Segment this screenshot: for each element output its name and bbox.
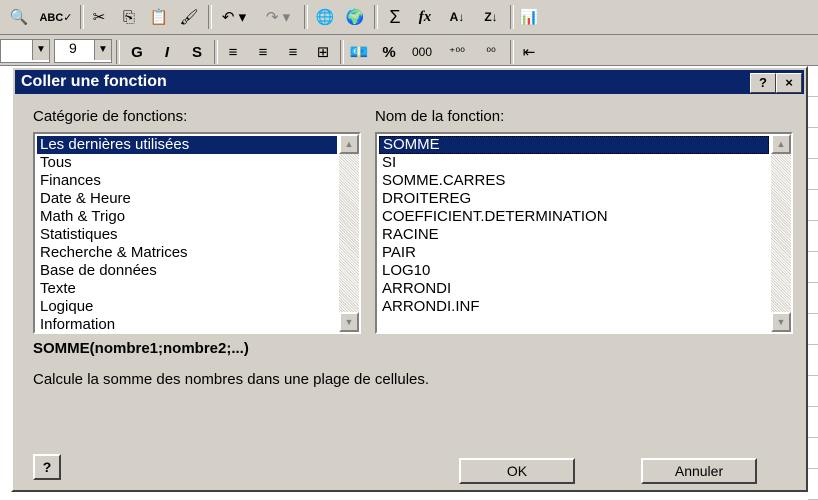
toolbar-separator (374, 5, 378, 29)
toolbar-separator (80, 5, 84, 29)
function-list-item[interactable]: LOG10 (379, 262, 769, 280)
chevron-down-icon[interactable]: ▼ (94, 40, 111, 60)
autosum-icon[interactable]: Σ (382, 4, 408, 30)
scroll-down-icon[interactable]: ▼ (771, 312, 791, 332)
font-name-dropdown[interactable]: ▼ (0, 39, 50, 63)
help-button[interactable]: ? (750, 73, 776, 93)
cancel-button[interactable]: Annuler (641, 458, 757, 484)
font-size-dropdown[interactable]: 9 ▼ (54, 39, 112, 63)
function-label: Nom de la fonction: (375, 108, 505, 125)
function-list-item[interactable]: ARRONDI (379, 280, 769, 298)
function-list-item[interactable]: DROITEREG (379, 190, 769, 208)
category-list-item[interactable]: Texte (37, 280, 337, 298)
toolbar-separator (116, 40, 120, 64)
office-assistant-icon[interactable]: ? (33, 454, 61, 480)
increase-decimal-button[interactable]: ⁺⁰⁰ (442, 39, 472, 65)
category-listbox[interactable]: Les dernières utilisées Tous Finances Date … (33, 132, 361, 334)
toolbar-separator (304, 5, 308, 29)
category-list-item[interactable]: Tous (37, 154, 337, 172)
currency-icon[interactable]: 💶 (346, 39, 372, 65)
format-painter-icon[interactable]: 🖌 (176, 4, 202, 30)
category-list-item[interactable]: Statistiques (37, 226, 337, 244)
italic-button[interactable]: I (154, 39, 180, 65)
sort-descending-icon[interactable]: Z↓ (476, 4, 506, 30)
dialog-titlebar[interactable]: Coller une fonction ? × (15, 70, 804, 94)
thousands-button[interactable]: 000 (406, 39, 438, 65)
worksheet-grid[interactable] (808, 66, 818, 500)
font-size-value: 9 (69, 40, 77, 56)
function-description: Calcule la somme des nombres dans une pl… (33, 371, 430, 388)
sort-ascending-icon[interactable]: A↓ (442, 4, 472, 30)
toolbar-separator (510, 5, 514, 29)
align-right-icon[interactable]: ≡ (280, 39, 306, 65)
function-syntax: SOMME(nombre1;nombre2;...) (33, 340, 249, 357)
underline-button[interactable]: S (184, 39, 210, 65)
scroll-down-icon[interactable]: ▼ (339, 312, 359, 332)
function-list-item[interactable]: COEFFICIENT.DETERMINATION (379, 208, 769, 226)
scroll-up-icon[interactable]: ▲ (339, 134, 359, 154)
formatting-toolbar: ▼ 9 ▼ G I S ≡ ≡ ≡ ⊞ 💶 % 000 ⁺⁰⁰ ⁰⁰ ⇤ (0, 35, 818, 66)
align-left-icon[interactable]: ≡ (220, 39, 246, 65)
merge-center-icon[interactable]: ⊞ (310, 39, 336, 65)
function-list-item[interactable]: SOMME.CARRES (379, 172, 769, 190)
category-scrollbar[interactable]: ▲ ▼ (339, 134, 359, 332)
scroll-up-icon[interactable]: ▲ (771, 134, 791, 154)
toolbar-separator (214, 40, 218, 64)
standard-toolbar: 🔍 ABC✓ ✂ ⎘ 📋 🖌 ↶ ▾ ↷ ▾ 🌐 🌍 Σ fx A↓ Z↓ 📊 (0, 0, 818, 35)
function-list-item[interactable]: RACINE (379, 226, 769, 244)
function-list-item[interactable]: SI (379, 154, 769, 172)
decrease-decimal-button[interactable]: ⁰⁰ (476, 39, 506, 65)
toolbar-separator (208, 5, 212, 29)
copy-icon[interactable]: ⎘ (116, 4, 142, 30)
paste-function-icon[interactable]: fx (412, 4, 438, 30)
function-list-item[interactable]: ARRONDI.INF (379, 298, 769, 316)
function-scrollbar[interactable]: ▲ ▼ (771, 134, 791, 332)
category-list-item[interactable]: Math & Trigo (37, 208, 337, 226)
category-list-item[interactable]: Les dernières utilisées (37, 136, 337, 154)
undo-icon[interactable]: ↶ ▾ (214, 4, 254, 30)
paste-function-dialog: Coller une fonction ? × Catégorie de fon… (11, 66, 808, 492)
hyperlink-icon[interactable]: 🌐 (312, 4, 338, 30)
chevron-down-icon[interactable]: ▼ (32, 40, 49, 60)
paste-icon[interactable]: 📋 (146, 4, 172, 30)
function-list-item[interactable]: PAIR (379, 244, 769, 262)
web-toolbar-icon[interactable]: 🌍 (342, 4, 368, 30)
align-center-icon[interactable]: ≡ (250, 39, 276, 65)
toolbar-separator (510, 40, 514, 64)
chart-wizard-icon[interactable]: 📊 (516, 4, 542, 30)
category-list-item[interactable]: Information (37, 316, 337, 332)
ok-button[interactable]: OK (459, 458, 575, 484)
bold-button[interactable]: G (124, 39, 150, 65)
function-list-item[interactable]: SOMME (379, 136, 769, 154)
indent-icon[interactable]: ⇤ (516, 39, 542, 65)
category-list-item[interactable]: Finances (37, 172, 337, 190)
print-preview-icon[interactable]: 🔍 (6, 4, 32, 30)
spelling-icon[interactable]: ABC✓ (36, 4, 76, 30)
redo-icon[interactable]: ↷ ▾ (258, 4, 298, 30)
category-list-item[interactable]: Base de données (37, 262, 337, 280)
toolbar-separator (340, 40, 344, 64)
category-list-item[interactable]: Recherche & Matrices (37, 244, 337, 262)
category-label: Catégorie de fonctions: (33, 108, 188, 125)
category-list-item[interactable]: Date & Heure (37, 190, 337, 208)
cut-icon[interactable]: ✂ (86, 4, 112, 30)
function-listbox[interactable]: SOMME SI SOMME.CARRES DROITEREG COEFFICIENT.… (375, 132, 793, 334)
category-list-item[interactable]: Logique (37, 298, 337, 316)
dialog-title: Coller une fonction (21, 73, 167, 90)
percent-button[interactable]: % (376, 39, 402, 65)
close-button[interactable]: × (776, 73, 802, 93)
